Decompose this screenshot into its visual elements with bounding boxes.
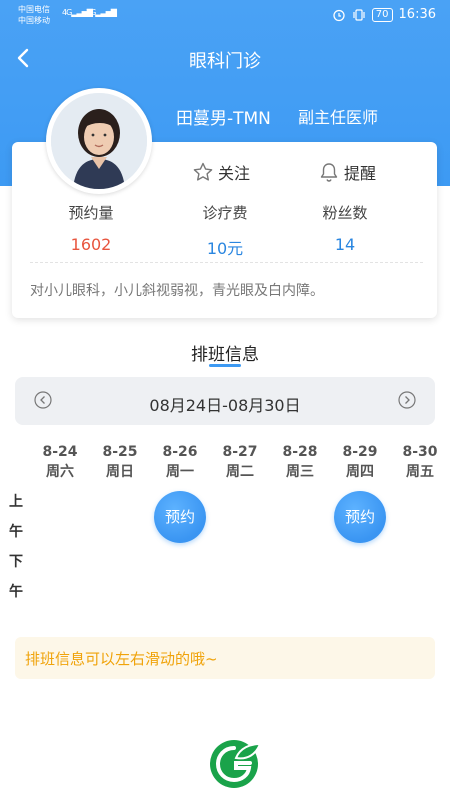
chevron-right-icon bbox=[405, 396, 410, 404]
carrier-2: 中国移动 bbox=[18, 16, 50, 25]
status-right: 70 16:36 bbox=[332, 7, 436, 22]
week-range: 08月24日-08月30日 bbox=[149, 396, 301, 415]
day-date: 8-27 bbox=[222, 444, 258, 460]
stat-value: 10元 bbox=[206, 239, 244, 258]
day-column-header: 8-29 周四 bbox=[340, 442, 380, 482]
clock: 16:36 bbox=[398, 7, 436, 22]
day-date: 8-24 bbox=[42, 444, 78, 460]
day-weekday: 周五 bbox=[406, 464, 434, 480]
day-date: 8-28 bbox=[282, 444, 318, 460]
week-selector: 08月24日-08月30日 bbox=[15, 377, 435, 425]
follow-label: 关注 bbox=[218, 164, 251, 183]
day-date: 8-30 bbox=[402, 444, 438, 460]
network-type-2: 2G bbox=[86, 8, 96, 17]
doctor-photo bbox=[51, 93, 147, 189]
period-char: 午 bbox=[9, 584, 23, 600]
swipe-tip: 排班信息可以左右滑动的哦~ bbox=[15, 637, 435, 679]
remind-label: 提醒 bbox=[344, 164, 377, 183]
period-morning: 上 午 bbox=[8, 487, 24, 547]
card-divider bbox=[30, 262, 423, 263]
day-column-header: 8-30 周五 bbox=[400, 442, 440, 482]
carrier-info: 中国电信 中国移动 bbox=[18, 4, 50, 26]
day-weekday: 周二 bbox=[226, 464, 254, 480]
schedule-title: 排班信息 bbox=[191, 345, 259, 365]
stat-fee: 诊疗费 10元 bbox=[170, 202, 280, 259]
day-column-header: 8-24 周六 bbox=[40, 442, 80, 482]
period-char: 下 bbox=[9, 554, 23, 570]
day-weekday: 周日 bbox=[106, 464, 134, 480]
vibrate-icon bbox=[353, 8, 365, 21]
day-date: 8-26 bbox=[162, 444, 198, 460]
doctor-name: 田蔓男-TMN bbox=[176, 109, 271, 129]
day-column-header: 8-25 周日 bbox=[100, 442, 140, 482]
stat-value: 14 bbox=[334, 235, 356, 254]
stat-appointments: 预约量 1602 bbox=[36, 202, 146, 254]
stat-value: 1602 bbox=[70, 235, 112, 254]
day-date: 8-25 bbox=[102, 444, 138, 460]
doctor-description: 对小儿眼科，小儿斜视弱视，青光眼及白内障。 bbox=[30, 283, 324, 299]
avatar-frame bbox=[46, 88, 152, 194]
next-week-button[interactable] bbox=[398, 391, 416, 409]
battery-indicator: 70 bbox=[371, 7, 393, 22]
day-column-header: 8-28 周三 bbox=[280, 442, 320, 482]
app-logo bbox=[210, 740, 262, 788]
network-type-1: 4G bbox=[62, 8, 72, 17]
day-column-header: 8-27 周二 bbox=[220, 442, 260, 482]
star-icon bbox=[193, 162, 213, 181]
book-button-thursday-am[interactable]: 预约 bbox=[334, 491, 386, 543]
period-char: 上 bbox=[9, 494, 23, 510]
stat-label: 粉丝数 bbox=[322, 204, 368, 222]
swipe-tip-text: 排班信息可以左右滑动的哦~ bbox=[25, 650, 218, 668]
book-button-monday-am[interactable]: 预约 bbox=[154, 491, 206, 543]
day-weekday: 周一 bbox=[166, 464, 194, 480]
status-bar: 中国电信 中国移动 4G▂▃▅▇ 2G▂▃▅▇ 70 16:36 bbox=[0, 0, 450, 32]
stat-label: 预约量 bbox=[68, 204, 114, 222]
period-afternoon: 下 午 bbox=[8, 547, 24, 607]
remind-button[interactable]: 提醒 bbox=[318, 160, 376, 184]
signal-icon-2: 2G▂▃▅▇ bbox=[86, 8, 117, 17]
avatar bbox=[51, 93, 147, 189]
alarm-icon bbox=[333, 9, 345, 21]
page-title: 眼科门诊 bbox=[189, 51, 261, 72]
bell-icon bbox=[320, 163, 338, 182]
schedule-title-underline bbox=[209, 364, 241, 367]
carrier-1: 中国电信 bbox=[18, 5, 50, 14]
follow-button[interactable]: 关注 bbox=[192, 160, 250, 184]
day-weekday: 周六 bbox=[46, 464, 74, 480]
day-column-header: 8-26 周一 bbox=[160, 442, 200, 482]
day-weekday: 周四 bbox=[346, 464, 374, 480]
stat-fans: 粉丝数 14 bbox=[290, 202, 400, 254]
period-char: 午 bbox=[9, 524, 23, 540]
day-weekday: 周三 bbox=[286, 464, 314, 480]
stat-label: 诊疗费 bbox=[202, 204, 248, 222]
doctor-title: 副主任医师 bbox=[298, 108, 379, 127]
day-date: 8-29 bbox=[342, 444, 378, 460]
